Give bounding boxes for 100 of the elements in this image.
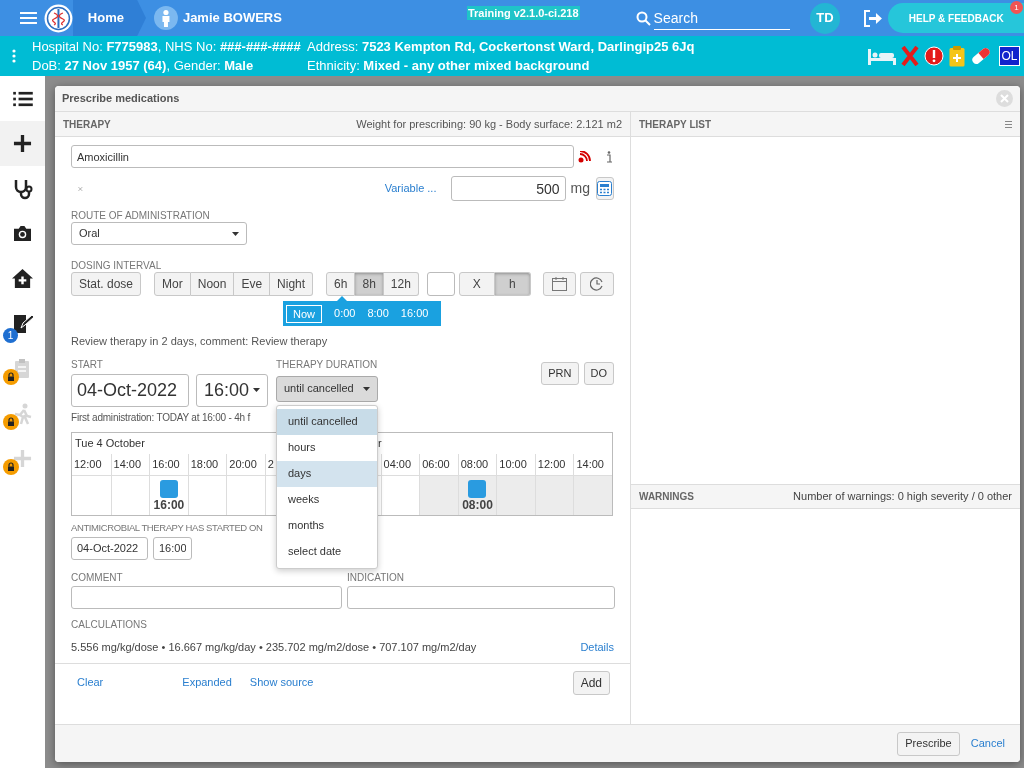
action-link[interactable]: Show source [249,674,314,691]
add-icon [13,449,32,468]
dose-marker[interactable] [159,479,178,498]
calculator-icon [597,181,613,196]
dose-time: 16:00 [153,497,185,513]
weight-info: Weight for prescribing: 90 kg - Body surface: 2.121 m2 [356,116,622,132]
menu-option[interactable]: until cancelled [277,408,377,435]
count-field[interactable] [426,272,455,296]
field-label: COMMENT [71,571,123,584]
section-title: THERAPY [63,117,111,132]
antimicrobial-date-field[interactable]: 04-Oct-2022 [71,536,148,560]
duration-select[interactable]: until cancelled [276,375,378,402]
home-link[interactable]: Home [72,0,146,36]
section-title: WARNINGS [639,490,694,504]
field-label: INDICATION [347,571,405,584]
cancel-link[interactable]: Cancel [970,735,1005,752]
action-link[interactable]: Clear [77,674,104,691]
note-edit-icon [11,312,34,335]
menu-option[interactable]: weeks [277,486,377,513]
logout-icon[interactable] [863,9,883,27]
flag-button[interactable]: PRN [541,361,579,385]
lock-icon [3,459,19,475]
indication-field[interactable] [347,585,615,609]
interval-button[interactable]: Noon [190,272,235,296]
interval-button[interactable]: Eve [234,272,271,296]
interval-button[interactable]: 6h [326,272,356,296]
caret-icon [232,231,239,236]
menu-option[interactable]: days [277,460,377,487]
clock-icon [590,277,605,291]
caret-icon [363,386,370,391]
dose-marker[interactable] [468,479,487,498]
flag-button[interactable]: DO [583,361,614,385]
add-icon [13,134,32,153]
interval-button[interactable]: Mor [154,272,191,296]
menu-option[interactable]: hours [277,434,377,461]
environment-label: Training v2.1.0-ci.218 [466,6,580,20]
field-label: ROUTE OF ADMINISTRATION [71,210,210,222]
camera-icon [12,225,33,242]
interval-button[interactable]: Night [270,272,314,296]
field-label: DOSING INTERVAL [71,260,162,272]
dose-time: 08:00 [462,497,493,513]
route-select[interactable]: Oral [71,222,247,245]
day-label: Tue 4 October [75,436,145,449]
start-time-select[interactable]: 16:00 [196,373,268,407]
section-title: THERAPY LIST [639,117,712,132]
alert-badge[interactable]: OL [999,46,1020,66]
cross-icon[interactable] [901,46,919,66]
signal-icon[interactable] [578,150,591,163]
interval-button[interactable]: 12h [383,272,419,296]
search-icon [635,10,651,26]
menu-icon[interactable] [20,11,37,25]
calculations-text: 5.556 mg/kg/dose • 16.667 mg/kg/day • 235.702 mg/m2/dose • 707.107 mg/m2/day [71,639,477,655]
lock-icon [3,414,19,430]
dose-field[interactable]: 500 [450,176,566,201]
field-label: ANTIMICROBIAL THERAPY HAS STARTED ON [71,521,263,534]
details-link[interactable]: Details [580,638,614,655]
first-administration-text: First administration: TODAY at 16:00 - 4h f [71,410,251,425]
interval-button[interactable]: Stat. dose [71,272,142,296]
more-icon[interactable] [12,49,16,63]
add-button[interactable]: Add [572,670,610,695]
action-link[interactable]: Expanded [182,674,232,691]
calendar-button[interactable] [542,272,577,296]
list-icon [12,90,33,107]
search-field[interactable]: Search [653,6,790,30]
patient-name: Jamie BOWERS [182,9,282,28]
field-label: START [71,358,103,371]
menu-option[interactable]: months [277,512,377,539]
field-label: CALCULATIONS [71,618,147,631]
count-badge: 1 [3,328,18,343]
info-icon[interactable] [606,150,612,163]
alert-icon[interactable] [924,46,944,66]
stethoscope-icon [12,177,33,200]
warnings-summary: Number of warnings: 0 high severity / 0 other [793,489,1012,505]
calendar-icon [552,277,568,291]
lock-icon [3,369,19,385]
unit-label: mg [570,179,590,198]
clipboard-icon[interactable] [949,45,965,67]
logo-icon[interactable] [43,3,73,33]
day-label: r [378,435,382,451]
interval-button[interactable]: X [458,272,495,296]
birth-info: DoB: 27 Nov 1957 (64), Gender: Male [32,57,255,75]
start-date-field[interactable]: 04-Oct-2022 [71,373,189,407]
address-info: Address: 7523 Kempton Rd, Cockertonst Ward, Darlingip25 6Jq [307,38,695,56]
field-label: THERAPY DURATION [276,358,378,371]
caret-icon [253,388,260,392]
prescribe-button[interactable]: Prescribe [897,731,960,756]
medication-field[interactable]: Amoxicillin [71,145,574,168]
dialog-title: Prescribe medications [62,91,180,107]
review-note: Review therapy in 2 days, comment: Review therapy [71,334,328,349]
person-icon [154,6,178,30]
interval-button[interactable]: h [494,272,531,296]
menu-option[interactable]: select date [277,538,377,565]
variable-link[interactable]: Variable ... [384,180,437,197]
menu-icon[interactable] [1005,120,1012,128]
clock-button[interactable] [580,272,614,296]
calculator-button[interactable] [595,177,614,200]
interval-button[interactable]: 8h [355,272,384,296]
menu-item[interactable] [0,121,45,166]
antimicrobial-time-field[interactable]: 16:00 [153,536,192,560]
comment-field[interactable] [71,585,342,609]
